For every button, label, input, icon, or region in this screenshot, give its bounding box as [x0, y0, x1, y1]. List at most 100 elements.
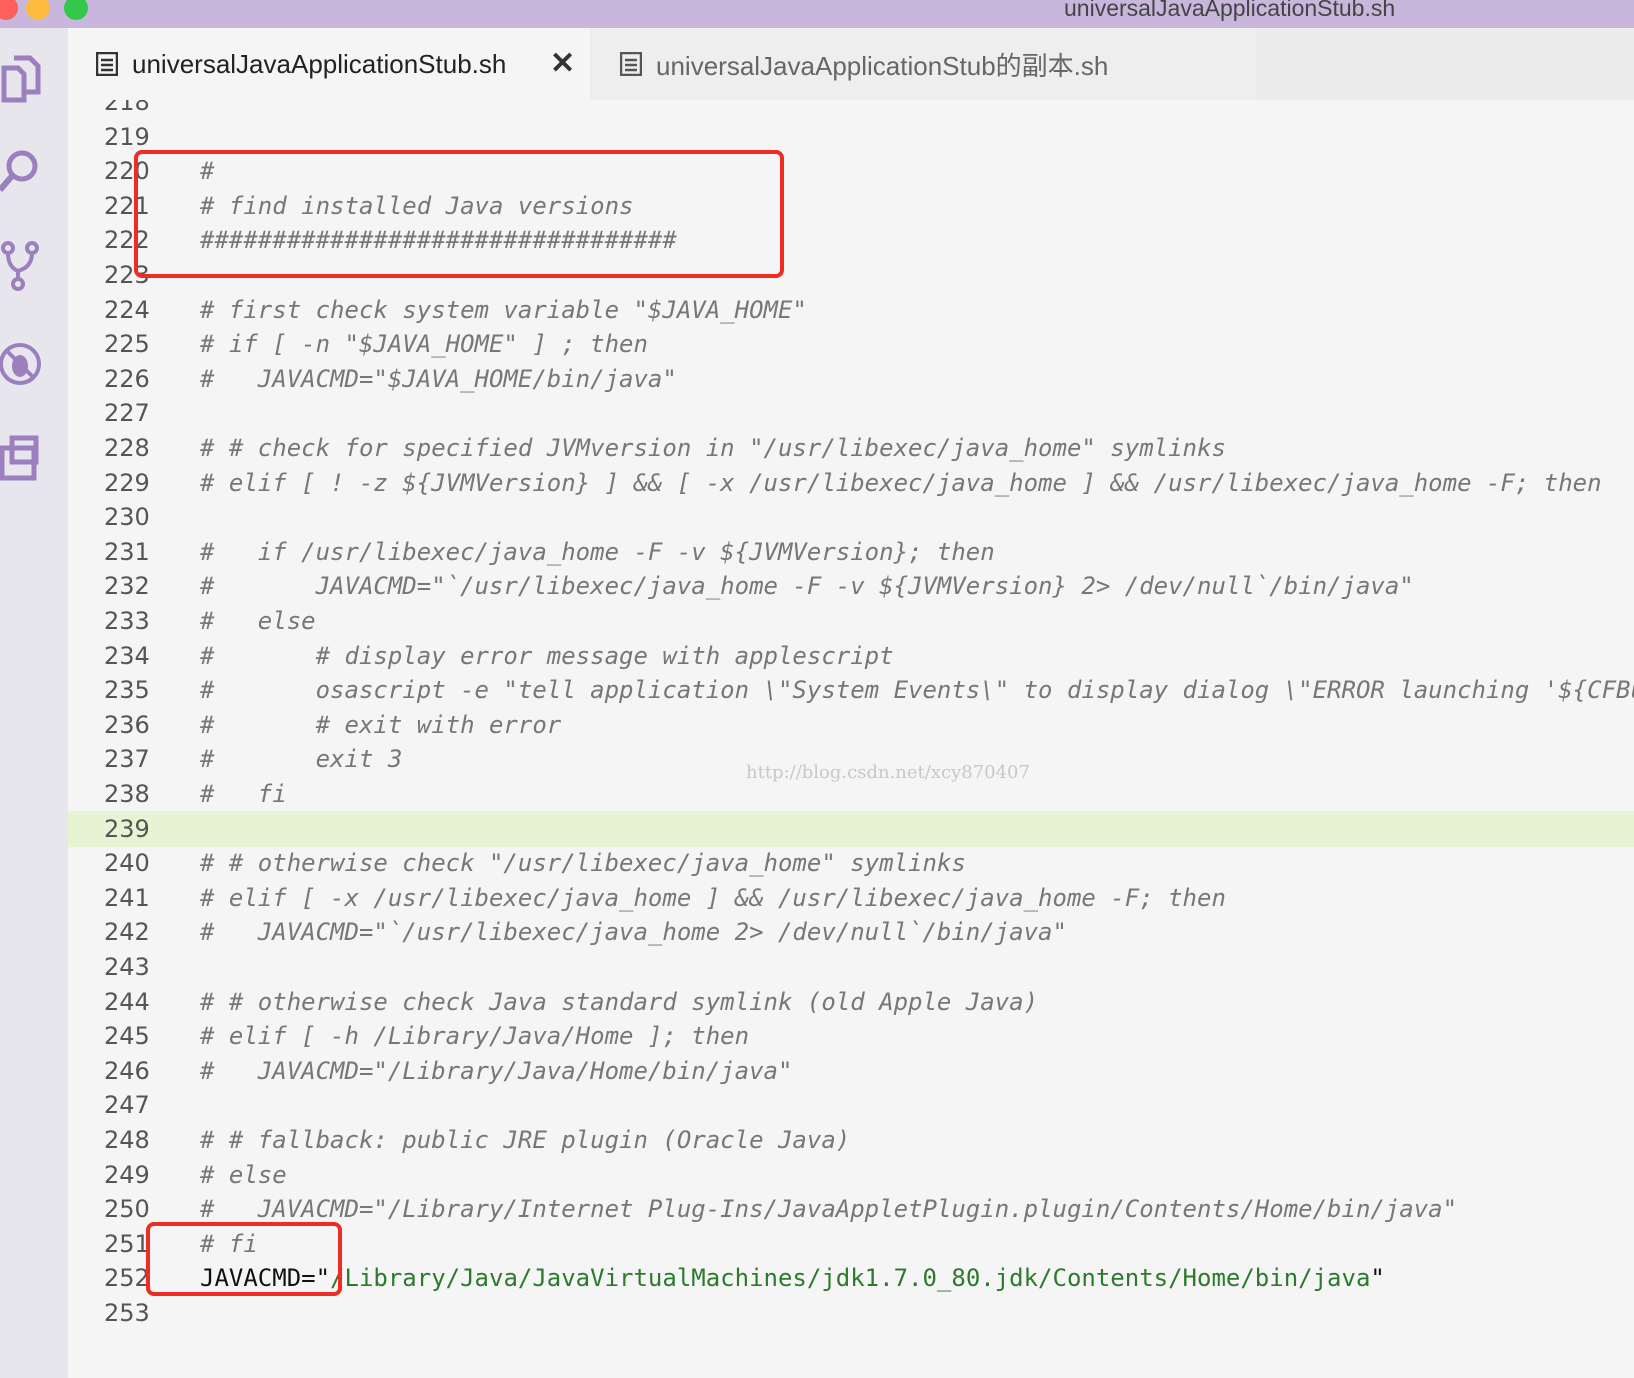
line-number: 224: [104, 296, 150, 324]
code-line[interactable]: 240 # # otherwise check "/usr/libexec/jav…: [68, 845, 1634, 881]
line-number: 232: [104, 572, 150, 600]
code-text: # if /usr/libexec/java_home -F -v ${JVMV…: [200, 538, 995, 566]
activity-bar: [0, 28, 68, 1378]
line-number: 228: [104, 434, 150, 462]
debug-icon[interactable]: [0, 336, 52, 392]
current-line[interactable]: 239: [68, 811, 1634, 847]
code-text: # osascript -e "tell application \"Syste…: [200, 676, 1634, 704]
tab-universal-java-stub[interactable]: universalJavaApplicationStub.sh ✕: [68, 28, 590, 100]
code-line[interactable]: 242 # JAVACMD="`/usr/libexec/java_home 2>…: [68, 914, 1634, 950]
line-number: 240: [104, 849, 150, 877]
code-line[interactable]: 253: [68, 1295, 1634, 1331]
code-text: # elif [ ! -z ${JVMVersion} ] && [ -x /u…: [200, 469, 1602, 497]
close-window-button[interactable]: [0, 0, 18, 20]
watermark: http://blog.csdn.net/xcy870407: [746, 762, 1030, 783]
line-number: 239: [104, 815, 150, 843]
code-line[interactable]: 232 # JAVACMD="`/usr/libexec/java_home -F…: [68, 568, 1634, 604]
line-number: 238: [104, 780, 150, 808]
line-number: 237: [104, 745, 150, 773]
line-number: 229: [104, 469, 150, 497]
code-line[interactable]: 248 # # fallback: public JRE plugin (Orac…: [68, 1122, 1634, 1158]
tab-bar: universalJavaApplicationStub.sh ✕ univer…: [68, 28, 1634, 100]
line-number: 247: [104, 1091, 150, 1119]
line-number: 241: [104, 884, 150, 912]
code-line[interactable]: 236 # # exit with error: [68, 707, 1634, 743]
tab-universal-java-stub-copy[interactable]: universalJavaApplicationStub的副本.sh: [592, 28, 1256, 100]
line-number: 227: [104, 399, 150, 427]
code-text: # first check system variable "$JAVA_HOM…: [200, 296, 807, 324]
maximize-window-button[interactable]: [64, 0, 88, 20]
code-line[interactable]: 226 # JAVACMD="$JAVA_HOME/bin/java": [68, 361, 1634, 397]
code-text: # elif [ -h /Library/Java/Home ]; then: [200, 1022, 750, 1050]
minimize-window-button[interactable]: [26, 0, 50, 20]
line-number: 226: [104, 365, 150, 393]
line-number: 231: [104, 538, 150, 566]
code-line[interactable]: 244 # # otherwise check Java standard sym…: [68, 984, 1634, 1020]
line-number: 233: [104, 607, 150, 635]
window-title: universalJavaApplicationStub.sh: [1064, 0, 1396, 21]
title-bar: universalJavaApplicationStub.sh: [0, 0, 1634, 28]
line-number: 225: [104, 330, 150, 358]
line-number: 235: [104, 676, 150, 704]
code-text: # if [ -n "$JAVA_HOME" ] ; then: [200, 330, 648, 358]
code-line[interactable]: 249 # else: [68, 1157, 1634, 1193]
code-text: JAVACMD="/Library/Java/JavaVirtualMachin…: [200, 1260, 1385, 1296]
line-number: 218: [104, 100, 150, 116]
file-icon: [95, 51, 119, 77]
line-number: 236: [104, 711, 150, 739]
code-line[interactable]: 246 # JAVACMD="/Library/Java/Home/bin/jav…: [68, 1053, 1634, 1089]
code-line[interactable]: 235 # osascript -e "tell application \"Sy…: [68, 672, 1634, 708]
code-line[interactable]: 228 # # check for specified JVMversion in…: [68, 430, 1634, 466]
line-number: 243: [104, 953, 150, 981]
line-number: 245: [104, 1022, 150, 1050]
code-line[interactable]: 241 # elif [ -x /usr/libexec/java_home ] …: [68, 880, 1634, 916]
code-text: # elif [ -x /usr/libexec/java_home ] && …: [200, 884, 1226, 912]
file-icon: [619, 51, 643, 77]
code-text: # # check for specified JVMversion in "/…: [200, 434, 1226, 462]
code-line[interactable]: 230: [68, 499, 1634, 535]
annotation-box: [146, 1222, 342, 1296]
code-line[interactable]: 234 # # display error message with apples…: [68, 638, 1634, 674]
code-text: # # display error message with applescri…: [200, 642, 894, 670]
code-line[interactable]: 224 # first check system variable "$JAVA_…: [68, 292, 1634, 328]
code-text: # JAVACMD="`/usr/libexec/java_home -F -v…: [200, 572, 1414, 600]
code-text: # fi: [200, 780, 287, 808]
source-control-icon[interactable]: [0, 238, 52, 294]
code-text: # JAVACMD="/Library/Java/Home/bin/java": [200, 1057, 793, 1085]
code-text: # exit 3: [200, 745, 403, 773]
code-line[interactable]: 245 # elif [ -h /Library/Java/Home ]; the…: [68, 1018, 1634, 1054]
code-line[interactable]: 218: [68, 100, 1634, 120]
line-number: 246: [104, 1057, 150, 1085]
tab-label: universalJavaApplicationStub的副本.sh: [656, 50, 1109, 81]
extensions-icon[interactable]: [0, 432, 52, 488]
line-number: 244: [104, 988, 150, 1016]
code-text: # JAVACMD="`/usr/libexec/java_home 2> /d…: [200, 918, 1067, 946]
code-text: # JAVACMD="/Library/Internet Plug-Ins/Ja…: [200, 1195, 1458, 1223]
code-line[interactable]: 229 # elif [ ! -z ${JVMVersion} ] && [ -x…: [68, 465, 1634, 501]
close-tab-icon[interactable]: ✕: [550, 46, 575, 81]
code-text: # else: [200, 607, 316, 635]
files-icon[interactable]: [0, 48, 52, 104]
code-editor[interactable]: 253 252 JAVACMD="/Library/Java/JavaVirtual…: [68, 100, 1634, 1378]
line-number: 230: [104, 503, 150, 531]
code-text: # else: [200, 1161, 287, 1189]
code-line[interactable]: 233 # else: [68, 603, 1634, 639]
code-line[interactable]: 247: [68, 1087, 1634, 1123]
tab-label: universalJavaApplicationStub.sh: [132, 48, 507, 79]
code-text: # # exit with error: [200, 711, 562, 739]
code-line[interactable]: 231 # if /usr/libexec/java_home -F -v ${J…: [68, 534, 1634, 570]
code-text: # # otherwise check "/usr/libexec/java_h…: [200, 849, 966, 877]
annotation-box: [134, 150, 784, 278]
line-number: 234: [104, 642, 150, 670]
code-token: ": [1370, 1264, 1385, 1292]
line-number: 248: [104, 1126, 150, 1154]
code-text: # # otherwise check Java standard symlin…: [200, 988, 1039, 1016]
code-line[interactable]: 243: [68, 949, 1634, 985]
code-line[interactable]: 227: [68, 395, 1634, 431]
code-token: /Library/Java/JavaVirtualMachines/jdk1.7…: [330, 1264, 1371, 1292]
code-line[interactable]: 225 # if [ -n "$JAVA_HOME" ] ; then: [68, 326, 1634, 362]
search-icon[interactable]: [0, 142, 52, 198]
line-number: 253: [104, 1299, 150, 1327]
code-text: # JAVACMD="$JAVA_HOME/bin/java": [200, 365, 677, 393]
line-number: 242: [104, 918, 150, 946]
